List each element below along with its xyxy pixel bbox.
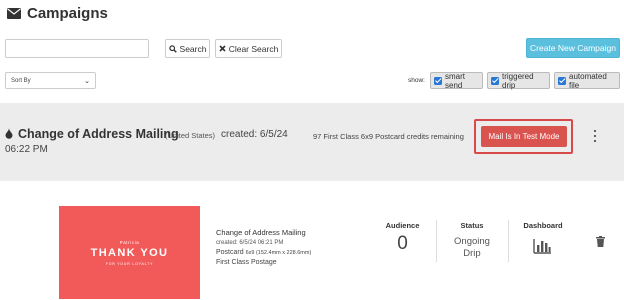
clear-search-button[interactable]: Clear Search — [215, 39, 282, 58]
audience-value: 0 — [397, 233, 408, 254]
search-icon — [168, 44, 177, 53]
more-options-icon[interactable] — [592, 130, 598, 142]
search-input[interactable] — [5, 39, 149, 58]
filter-show-label: show: — [408, 77, 425, 84]
drop-icon — [5, 128, 13, 139]
detail-size: Postcard 6x9 (152.4mm x 228.6mm) — [216, 249, 311, 256]
envelope-icon — [7, 8, 21, 19]
audience-label: Audience — [385, 221, 420, 230]
detail-size-dims: 6x9 (152.4mm x 228.6mm) — [245, 250, 312, 256]
status-line-1: Ongoing — [454, 236, 490, 247]
dot — [593, 134, 597, 138]
filter-smart-send[interactable]: smart send — [430, 71, 483, 90]
search-button[interactable]: Search — [165, 39, 210, 58]
checkbox-checked-icon — [491, 76, 499, 85]
create-campaign-button[interactable]: Create New Campaign — [526, 38, 620, 58]
status-label: Status — [460, 221, 484, 230]
divider — [508, 220, 509, 262]
detail-campaign-name: Change of Address Mailing — [216, 228, 306, 237]
search-button-label: Search — [179, 43, 207, 54]
checkbox-checked-icon — [558, 76, 566, 85]
campaign-name[interactable]: Change of Address Mailing — [18, 127, 179, 141]
campaign-created-time: 06:22 PM — [5, 144, 48, 155]
filter-triggered-drip[interactable]: triggered drip — [487, 71, 550, 90]
filter-label: triggered drip — [502, 71, 534, 90]
campaign-created-date: created: 6/5/24 — [221, 129, 288, 140]
postcard-main-text: THANK YOU — [90, 246, 169, 259]
trash-icon[interactable] — [596, 236, 605, 247]
chevron-down-icon: ⌄ — [84, 77, 90, 85]
status-value: Ongoing Drip — [440, 236, 504, 259]
divider — [436, 220, 437, 262]
detail-size-type: Postcard — [216, 249, 244, 256]
filter-label: automated file — [569, 71, 607, 90]
filter-label: smart send — [445, 71, 465, 90]
sort-select[interactable]: Sort By ⌄ — [5, 72, 96, 89]
clear-search-label: Clear Search — [228, 43, 279, 54]
sort-selected-value: Sort By — [11, 77, 31, 84]
postcard-name-text: Patricia — [119, 239, 140, 245]
dashboard-label: Dashboard — [523, 221, 563, 230]
bar-chart-icon[interactable] — [533, 238, 552, 254]
test-mode-button[interactable]: Mail Is In Test Mode — [481, 126, 567, 147]
status-line-2: Drip — [463, 247, 481, 259]
postcard-thumbnail[interactable]: Patricia THANK YOU FOR YOUR LOYALTY — [59, 206, 200, 299]
dot — [593, 130, 597, 133]
checkbox-checked-icon — [434, 76, 442, 85]
postcard-sub-text: FOR YOUR LOYALTY — [105, 261, 154, 266]
close-icon — [219, 45, 226, 52]
detail-postage: First Class Postage — [216, 259, 277, 266]
dot — [593, 139, 597, 142]
credits-remaining: 97 First Class 6x9 Postcard credits rema… — [313, 132, 464, 141]
campaign-country: (United States) — [165, 131, 216, 140]
filter-automated-file[interactable]: automated file — [554, 71, 620, 90]
page-title: Campaigns — [27, 5, 108, 22]
detail-created: created: 6/5/24 06:21 PM — [216, 240, 284, 246]
page-header: Campaigns — [7, 5, 108, 22]
